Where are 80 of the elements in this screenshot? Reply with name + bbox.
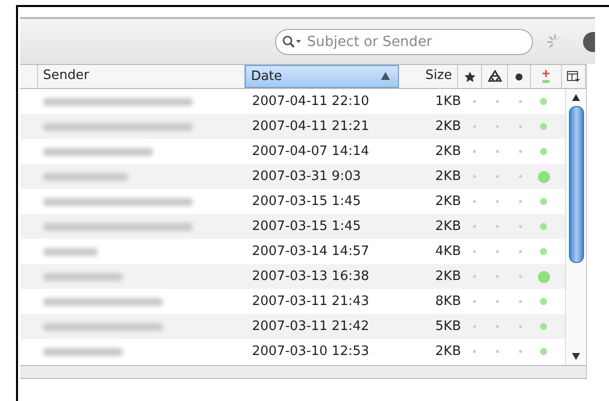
dot-icon	[473, 125, 476, 128]
size-cell-text: 2KB	[434, 119, 462, 134]
date-cell-text: 2007-03-13 16:38	[251, 269, 370, 284]
sort-ascending-icon	[380, 72, 390, 80]
size-cell-text: 5KB	[434, 319, 462, 334]
dot-icon	[519, 300, 522, 303]
dot-icon	[473, 150, 476, 153]
column-header[interactable]: Size	[398, 65, 458, 88]
dot-icon	[496, 100, 499, 103]
dot-icon	[473, 350, 476, 353]
dot-icon	[519, 250, 522, 253]
dot-icon	[515, 72, 523, 80]
dot-icon	[519, 325, 522, 328]
date-cell-text: 2007-04-11 22:10	[251, 94, 370, 109]
size-cell-text: 2KB	[434, 269, 462, 284]
dot-icon	[473, 100, 476, 103]
dot-icon	[519, 150, 522, 153]
date-cell-text: 2007-04-11 21:21	[251, 119, 370, 134]
dot-icon	[496, 225, 499, 228]
column-header[interactable]: Date	[244, 65, 399, 88]
columns-icon	[567, 70, 580, 82]
junk-icon	[542, 70, 550, 84]
message-row[interactable]: 2007-04-07 14:14 2KB	[20, 139, 565, 164]
scroll-down-icon[interactable]	[572, 353, 580, 360]
dot-icon	[473, 225, 476, 228]
date-cell-text: 2007-03-15 1:45	[251, 219, 362, 234]
dot-icon	[519, 275, 522, 278]
dot-icon	[496, 125, 499, 128]
message-row[interactable]: 2007-03-13 16:38 2KB	[20, 264, 565, 289]
dot-icon	[473, 175, 476, 178]
size-cell-text: 2KB	[434, 194, 462, 209]
size-cell-text: 2KB	[434, 169, 462, 184]
dot-icon	[519, 100, 522, 103]
date-cell-text: 2007-03-15 1:45	[251, 194, 362, 209]
star-icon	[464, 70, 476, 82]
date-cell-text: 2007-03-11 21:43	[251, 294, 370, 309]
message-row[interactable]: 2007-04-11 21:21 2KB	[20, 114, 565, 139]
dot-icon	[519, 125, 522, 128]
dot-icon	[496, 175, 499, 178]
date-cell-text: 2007-04-07 14:14	[251, 144, 370, 159]
dot-icon	[496, 275, 499, 278]
dot-icon	[473, 250, 476, 253]
size-cell-text: 4KB	[434, 244, 462, 259]
dot-icon	[496, 200, 499, 203]
dot-icon	[496, 250, 499, 253]
date-cell-text: 2007-03-14 14:57	[251, 244, 370, 259]
message-row[interactable]: 2007-03-10 12:53 2KB	[20, 339, 565, 364]
dot-icon	[519, 200, 522, 203]
blurred-text	[43, 248, 98, 256]
scroll-up-icon[interactable]	[572, 94, 580, 101]
date-cell-text: 2007-03-11 21:42	[251, 319, 370, 334]
message-row[interactable]: 2007-03-11 21:43 8KB	[20, 289, 565, 314]
message-row[interactable]: 2007-03-14 14:57 4KB	[20, 239, 565, 264]
message-row[interactable]: 2007-03-11 21:42 5KB	[20, 314, 565, 339]
dot-icon	[496, 350, 499, 353]
size-cell-text: 8KB	[434, 294, 462, 309]
size-cell-text: 2KB	[434, 344, 462, 359]
message-row[interactable]: 2007-03-15 1:45 2KB	[20, 214, 565, 239]
date-cell-text: 2007-03-10 12:53	[251, 344, 370, 359]
toolbar-button[interactable]	[583, 32, 595, 52]
dot-icon	[496, 300, 499, 303]
dot-icon	[473, 325, 476, 328]
dot-icon	[519, 225, 522, 228]
dot-icon	[473, 275, 476, 278]
message-row[interactable]: 2007-04-11 22:10 1KB	[20, 89, 565, 114]
message-row[interactable]: 2007-03-31 9:03 2KB	[20, 164, 565, 189]
size-cell-text: 1KB	[434, 94, 462, 109]
date-cell-text: 2007-03-31 9:03	[251, 169, 362, 184]
size-cell-text: 2KB	[434, 144, 462, 159]
search-field[interactable]: Subject or Sender	[275, 28, 533, 54]
scrollbar-thumb[interactable]	[568, 106, 584, 263]
dot-icon	[496, 150, 499, 153]
spinner-icon	[547, 34, 563, 50]
dot-icon	[496, 325, 499, 328]
message-row[interactable]: 2007-03-15 1:45 2KB	[20, 189, 565, 214]
size-cell-text: 2KB	[434, 219, 462, 234]
dot-icon	[519, 175, 522, 178]
dot-icon	[473, 200, 476, 203]
dot-icon	[519, 350, 522, 353]
dot-icon	[473, 300, 476, 303]
